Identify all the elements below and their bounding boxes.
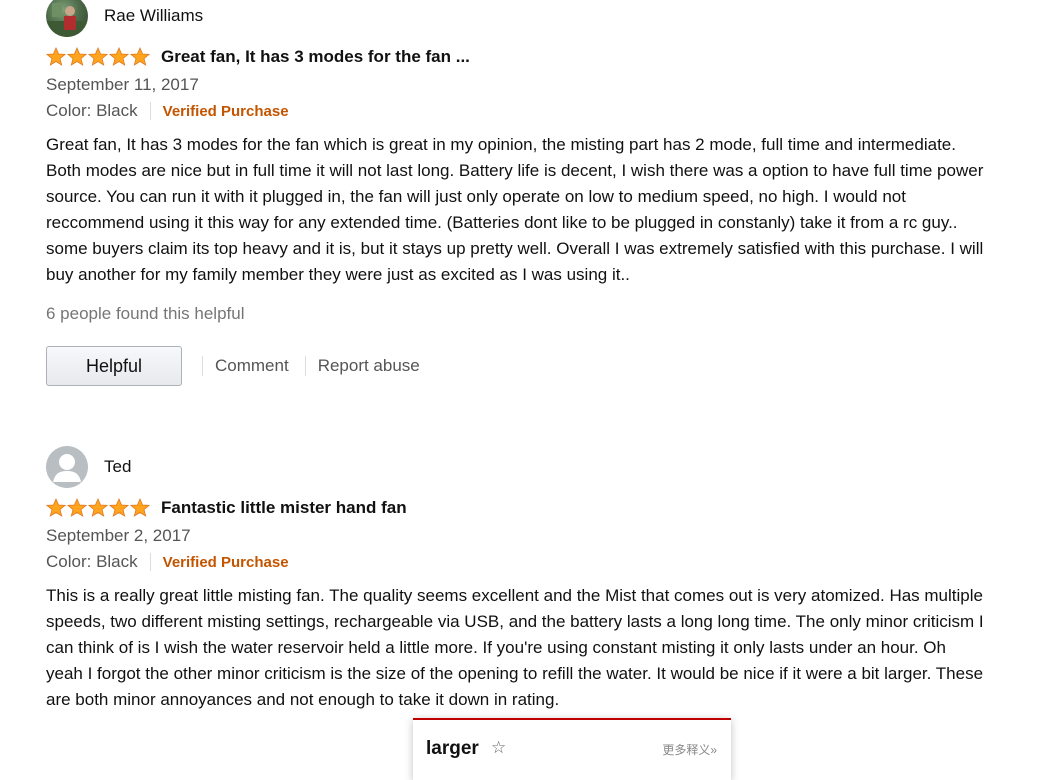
- star-icon: [46, 47, 66, 66]
- star-icon: [88, 498, 108, 517]
- review-1: Rae Williams Great fan, It has 3 modes f…: [46, 0, 986, 386]
- default-user-icon: [46, 446, 88, 488]
- product-variant[interactable]: Color: Black: [46, 552, 138, 572]
- avatar[interactable]: [46, 446, 88, 488]
- product-variant[interactable]: Color: Black: [46, 101, 138, 121]
- divider: [149, 102, 151, 120]
- helpful-count: 6 people found this helpful: [46, 304, 245, 323]
- avatar[interactable]: [46, 0, 88, 37]
- reviewer-name[interactable]: Ted: [104, 457, 131, 477]
- review-meta: Color: Black Verified Purchase: [46, 549, 986, 575]
- review-meta: Color: Black Verified Purchase: [46, 98, 986, 124]
- helpful-button[interactable]: Helpful: [46, 346, 182, 386]
- divider: [202, 356, 203, 376]
- reviewer-profile[interactable]: Rae Williams: [46, 0, 986, 38]
- star-icon: [109, 47, 129, 66]
- report-abuse-link[interactable]: Report abuse: [318, 356, 420, 376]
- reviewer-name[interactable]: Rae Williams: [104, 6, 203, 26]
- verified-purchase-badge: Verified Purchase: [162, 102, 289, 120]
- star-icon: [88, 47, 108, 66]
- star-icon: [46, 498, 66, 517]
- more-definitions-link[interactable]: 更多释义»: [662, 741, 717, 758]
- review-actions: Helpful Comment Report abuse: [46, 346, 986, 386]
- popup-word: larger: [426, 738, 479, 759]
- star-icon: [130, 47, 150, 66]
- star-icon: [109, 498, 129, 517]
- review-2: Ted Fantastic little mister hand fan Sep…: [46, 445, 986, 713]
- verified-purchase-badge: Verified Purchase: [162, 553, 289, 571]
- divider: [304, 356, 306, 376]
- star-icon: [67, 47, 87, 66]
- star-rating[interactable]: [46, 498, 151, 518]
- review-title[interactable]: Great fan, It has 3 modes for the fan ..…: [161, 47, 470, 67]
- divider: [149, 553, 151, 571]
- review-title-row: Fantastic little mister hand fan: [46, 495, 986, 521]
- star-rating[interactable]: [46, 47, 151, 67]
- review-body: Great fan, It has 3 modes for the fan wh…: [46, 135, 984, 284]
- reviewer-profile[interactable]: Ted: [46, 445, 986, 489]
- review-body: This is a really great little misting fa…: [46, 586, 984, 709]
- star-icon: [130, 498, 150, 517]
- review-title-row: Great fan, It has 3 modes for the fan ..…: [46, 44, 986, 70]
- comment-link[interactable]: Comment: [215, 356, 289, 376]
- star-icon: [67, 498, 87, 517]
- dictionary-popup: larger ☆ 更多释义»: [413, 718, 731, 780]
- user-photo-icon: [46, 3, 88, 37]
- review-date: September 2, 2017: [46, 526, 191, 545]
- review-title[interactable]: Fantastic little mister hand fan: [161, 498, 407, 518]
- star-outline-icon[interactable]: ☆: [491, 738, 506, 758]
- review-date: September 11, 2017: [46, 75, 199, 94]
